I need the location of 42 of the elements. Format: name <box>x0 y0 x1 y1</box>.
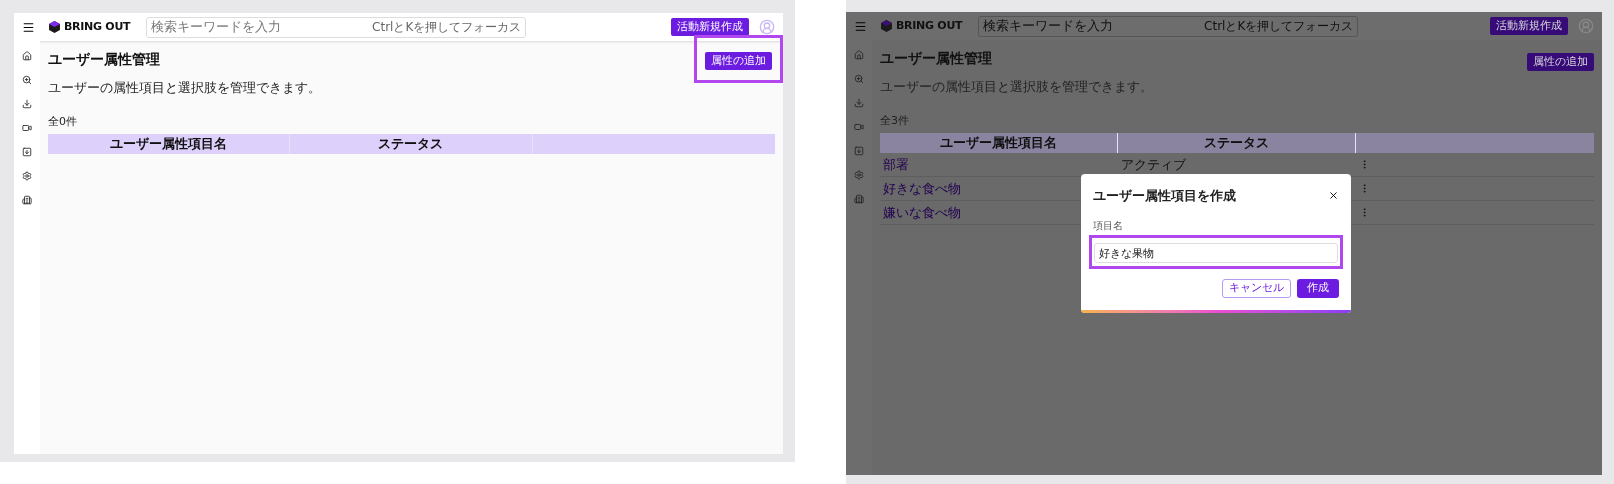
building-icon[interactable] <box>22 195 32 205</box>
cube-logo-icon <box>49 21 60 33</box>
column-header: ユーザー属性項目名 <box>880 133 1118 153</box>
search-input[interactable]: 検索キーワードを入力 <box>983 16 1134 36</box>
shortcut-hint: CtrlとKを押してフォーカス <box>372 19 522 36</box>
video-camera-icon[interactable] <box>22 123 32 133</box>
download-box-icon[interactable] <box>22 147 32 157</box>
page-title: ユーザー属性管理 <box>48 50 161 69</box>
status-text: アクティブ <box>1121 155 1186 174</box>
create-button[interactable]: 作成 <box>1297 278 1339 298</box>
column-header: ステータス <box>290 134 533 154</box>
search-input[interactable]: 検索キーワードを入力 <box>151 17 302 37</box>
field-label: 項目名 <box>1093 218 1124 233</box>
download-icon[interactable] <box>22 99 32 109</box>
zoom-in-icon[interactable] <box>22 75 32 85</box>
settings-icon[interactable] <box>854 170 864 180</box>
cancel-button[interactable]: キャンセル <box>1222 278 1291 298</box>
cube-logo-icon <box>881 20 892 32</box>
add-attribute-button[interactable]: 属性の追加 <box>1527 53 1594 72</box>
search-field[interactable]: 検索キーワードを入力 CtrlとKを押してフォーカス <box>146 16 527 38</box>
shortcut-hint: CtrlとKを押してフォーカス <box>1204 18 1354 35</box>
item-name-field[interactable]: 好きな果物 <box>1094 243 1338 263</box>
close-icon[interactable] <box>1328 190 1339 202</box>
search-field[interactable]: 検索キーワードを入力 CtrlとKを押してフォーカス <box>978 15 1359 37</box>
add-attribute-button[interactable]: 属性の追加 <box>705 52 772 71</box>
create-activity-button[interactable]: 活動新規作成 <box>671 18 749 36</box>
page-description: ユーザーの属性項目と選択肢を管理できます。 <box>48 79 321 97</box>
avatar-icon[interactable] <box>759 19 775 35</box>
dialog-title: ユーザー属性項目を作成 <box>1093 187 1236 205</box>
brand-name: BRING OUT <box>896 17 963 34</box>
column-header: ユーザー属性項目名 <box>48 134 291 154</box>
page-title: ユーザー属性管理 <box>880 49 993 68</box>
result-count: 全0件 <box>48 113 78 130</box>
create-activity-button[interactable]: 活動新規作成 <box>1490 17 1568 35</box>
brand-name: BRING OUT <box>64 18 131 35</box>
home-icon[interactable] <box>854 50 864 60</box>
home-icon[interactable] <box>22 51 32 61</box>
download-icon[interactable] <box>854 98 864 108</box>
column-header: ステータス <box>1118 133 1356 153</box>
menu-icon[interactable] <box>22 20 35 34</box>
settings-icon[interactable] <box>22 171 32 181</box>
result-count: 全3件 <box>880 112 910 129</box>
